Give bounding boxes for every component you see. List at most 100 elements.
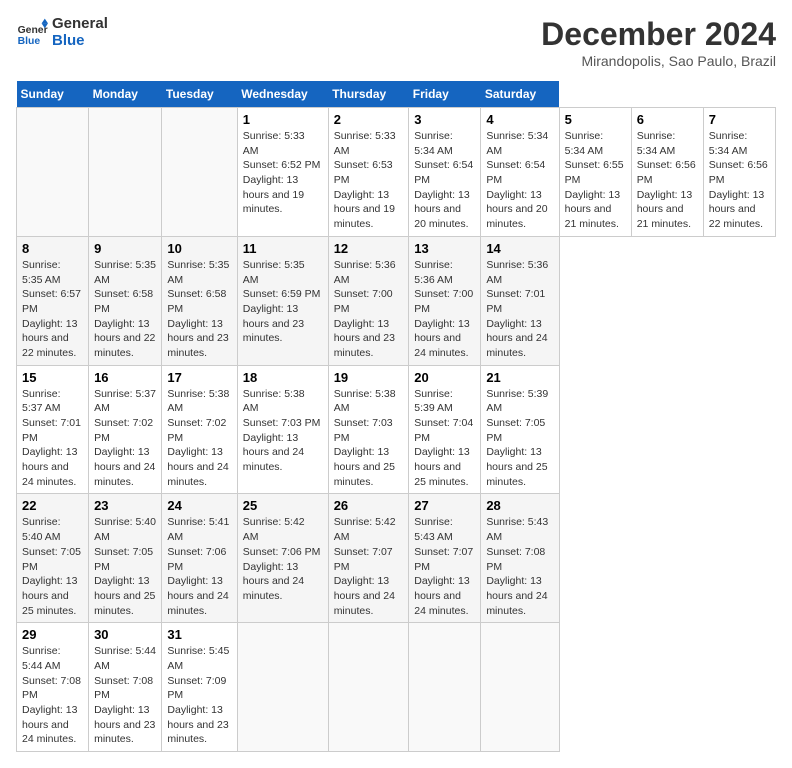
daylight-hours: Daylight: 13 hours and 24 minutes. <box>167 445 231 489</box>
sunrise-time: Sunrise: 5:34 AM <box>565 129 626 158</box>
logo-text-blue: Blue <box>52 33 108 50</box>
cell-info: Sunrise: 5:38 AM Sunset: 7:03 PM Dayligh… <box>243 387 323 475</box>
day-number: 7 <box>709 112 770 127</box>
cell-info: Sunrise: 5:43 AM Sunset: 7:08 PM Dayligh… <box>486 515 553 618</box>
daylight-hours: Daylight: 13 hours and 23 minutes. <box>243 302 323 346</box>
calendar-cell: 9 Sunrise: 5:35 AM Sunset: 6:58 PM Dayli… <box>89 236 162 365</box>
sunset-time: Sunset: 6:56 PM <box>709 158 770 187</box>
sunset-time: Sunset: 7:06 PM <box>167 545 231 574</box>
cell-info: Sunrise: 5:39 AM Sunset: 7:04 PM Dayligh… <box>414 387 475 490</box>
day-number: 14 <box>486 241 553 256</box>
calendar-cell: 17 Sunrise: 5:38 AM Sunset: 7:02 PM Dayl… <box>162 365 237 494</box>
calendar-title: December 2024 <box>541 16 776 53</box>
cell-info: Sunrise: 5:35 AM Sunset: 6:58 PM Dayligh… <box>167 258 231 361</box>
day-number: 31 <box>167 627 231 642</box>
calendar-cell: 19 Sunrise: 5:38 AM Sunset: 7:03 PM Dayl… <box>328 365 409 494</box>
daylight-hours: Daylight: 13 hours and 21 minutes. <box>565 188 626 232</box>
calendar-cell <box>17 108 89 237</box>
day-number: 18 <box>243 370 323 385</box>
cell-info: Sunrise: 5:34 AM Sunset: 6:56 PM Dayligh… <box>637 129 698 232</box>
calendar-cell: 22 Sunrise: 5:40 AM Sunset: 7:05 PM Dayl… <box>17 494 89 623</box>
calendar-cell <box>89 108 162 237</box>
calendar-cell: 21 Sunrise: 5:39 AM Sunset: 7:05 PM Dayl… <box>481 365 559 494</box>
sunset-time: Sunset: 6:53 PM <box>334 158 404 187</box>
day-number: 30 <box>94 627 156 642</box>
calendar-cell: 27 Sunrise: 5:43 AM Sunset: 7:07 PM Dayl… <box>409 494 481 623</box>
daylight-hours: Daylight: 13 hours and 21 minutes. <box>637 188 698 232</box>
day-number: 24 <box>167 498 231 513</box>
day-number: 4 <box>486 112 553 127</box>
day-number: 1 <box>243 112 323 127</box>
daylight-hours: Daylight: 13 hours and 22 minutes. <box>22 317 83 361</box>
svg-text:Blue: Blue <box>18 36 41 47</box>
sunrise-time: Sunrise: 5:42 AM <box>334 515 404 544</box>
calendar-cell <box>328 623 409 752</box>
day-number: 17 <box>167 370 231 385</box>
calendar-cell: 6 Sunrise: 5:34 AM Sunset: 6:56 PM Dayli… <box>631 108 703 237</box>
cell-info: Sunrise: 5:35 AM Sunset: 6:57 PM Dayligh… <box>22 258 83 361</box>
daylight-hours: Daylight: 13 hours and 23 minutes. <box>167 703 231 747</box>
header-day-tuesday: Tuesday <box>162 81 237 108</box>
cell-info: Sunrise: 5:36 AM Sunset: 7:01 PM Dayligh… <box>486 258 553 361</box>
sunset-time: Sunset: 7:04 PM <box>414 416 475 445</box>
calendar-week-5: 29 Sunrise: 5:44 AM Sunset: 7:08 PM Dayl… <box>17 623 776 752</box>
daylight-hours: Daylight: 13 hours and 23 minutes. <box>167 317 231 361</box>
header-day-friday: Friday <box>409 81 481 108</box>
svg-text:General: General <box>18 25 48 36</box>
day-number: 2 <box>334 112 404 127</box>
cell-info: Sunrise: 5:33 AM Sunset: 6:53 PM Dayligh… <box>334 129 404 232</box>
day-number: 23 <box>94 498 156 513</box>
cell-info: Sunrise: 5:34 AM Sunset: 6:54 PM Dayligh… <box>414 129 475 232</box>
sunrise-time: Sunrise: 5:34 AM <box>414 129 475 158</box>
daylight-hours: Daylight: 13 hours and 19 minutes. <box>243 173 323 217</box>
calendar-week-3: 15 Sunrise: 5:37 AM Sunset: 7:01 PM Dayl… <box>17 365 776 494</box>
sunset-time: Sunset: 7:02 PM <box>167 416 231 445</box>
cell-info: Sunrise: 5:39 AM Sunset: 7:05 PM Dayligh… <box>486 387 553 490</box>
sunrise-time: Sunrise: 5:37 AM <box>94 387 156 416</box>
daylight-hours: Daylight: 13 hours and 22 minutes. <box>709 188 770 232</box>
sunset-time: Sunset: 6:56 PM <box>637 158 698 187</box>
sunset-time: Sunset: 6:54 PM <box>414 158 475 187</box>
sunset-time: Sunset: 7:00 PM <box>334 287 404 316</box>
cell-info: Sunrise: 5:36 AM Sunset: 7:00 PM Dayligh… <box>414 258 475 361</box>
sunset-time: Sunset: 6:54 PM <box>486 158 553 187</box>
sunset-time: Sunset: 6:55 PM <box>565 158 626 187</box>
day-number: 5 <box>565 112 626 127</box>
calendar-cell: 30 Sunrise: 5:44 AM Sunset: 7:08 PM Dayl… <box>89 623 162 752</box>
sunrise-time: Sunrise: 5:33 AM <box>243 129 323 158</box>
calendar-cell: 20 Sunrise: 5:39 AM Sunset: 7:04 PM Dayl… <box>409 365 481 494</box>
logo-text-general: General <box>52 16 108 33</box>
header-day-wednesday: Wednesday <box>237 81 328 108</box>
cell-info: Sunrise: 5:33 AM Sunset: 6:52 PM Dayligh… <box>243 129 323 217</box>
sunset-time: Sunset: 7:03 PM <box>334 416 404 445</box>
calendar-cell: 4 Sunrise: 5:34 AM Sunset: 6:54 PM Dayli… <box>481 108 559 237</box>
sunrise-time: Sunrise: 5:42 AM <box>243 515 323 544</box>
calendar-cell: 5 Sunrise: 5:34 AM Sunset: 6:55 PM Dayli… <box>559 108 631 237</box>
day-number: 27 <box>414 498 475 513</box>
sunset-time: Sunset: 7:07 PM <box>334 545 404 574</box>
sunrise-time: Sunrise: 5:35 AM <box>94 258 156 287</box>
calendar-cell: 26 Sunrise: 5:42 AM Sunset: 7:07 PM Dayl… <box>328 494 409 623</box>
cell-info: Sunrise: 5:42 AM Sunset: 7:06 PM Dayligh… <box>243 515 323 603</box>
sunset-time: Sunset: 7:02 PM <box>94 416 156 445</box>
sunrise-time: Sunrise: 5:34 AM <box>637 129 698 158</box>
sunset-time: Sunset: 7:01 PM <box>486 287 553 316</box>
calendar-cell <box>409 623 481 752</box>
sunrise-time: Sunrise: 5:44 AM <box>94 644 156 673</box>
calendar-week-1: 1 Sunrise: 5:33 AM Sunset: 6:52 PM Dayli… <box>17 108 776 237</box>
daylight-hours: Daylight: 13 hours and 19 minutes. <box>334 188 404 232</box>
calendar-cell: 15 Sunrise: 5:37 AM Sunset: 7:01 PM Dayl… <box>17 365 89 494</box>
day-number: 10 <box>167 241 231 256</box>
cell-info: Sunrise: 5:35 AM Sunset: 6:58 PM Dayligh… <box>94 258 156 361</box>
daylight-hours: Daylight: 13 hours and 20 minutes. <box>486 188 553 232</box>
cell-info: Sunrise: 5:43 AM Sunset: 7:07 PM Dayligh… <box>414 515 475 618</box>
sunrise-time: Sunrise: 5:35 AM <box>167 258 231 287</box>
day-number: 9 <box>94 241 156 256</box>
sunrise-time: Sunrise: 5:43 AM <box>486 515 553 544</box>
cell-info: Sunrise: 5:42 AM Sunset: 7:07 PM Dayligh… <box>334 515 404 618</box>
calendar-cell: 23 Sunrise: 5:40 AM Sunset: 7:05 PM Dayl… <box>89 494 162 623</box>
sunset-time: Sunset: 7:05 PM <box>22 545 83 574</box>
header-day-sunday: Sunday <box>17 81 89 108</box>
cell-info: Sunrise: 5:34 AM Sunset: 6:56 PM Dayligh… <box>709 129 770 232</box>
daylight-hours: Daylight: 13 hours and 25 minutes. <box>414 445 475 489</box>
